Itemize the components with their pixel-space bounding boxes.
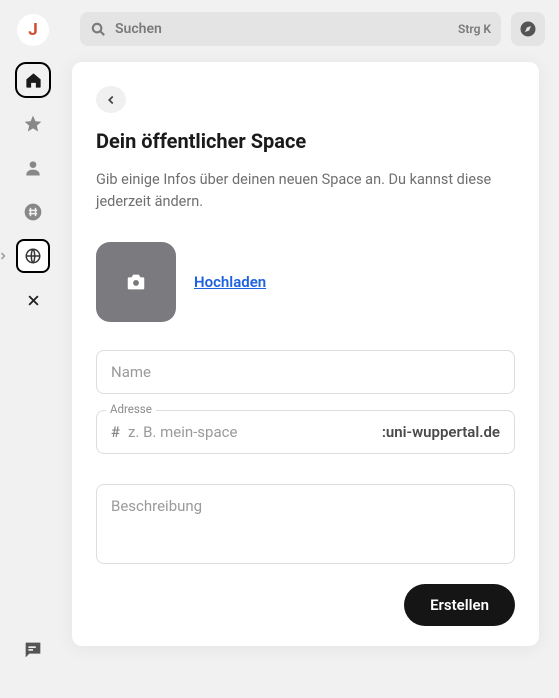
camera-icon bbox=[125, 271, 147, 293]
upload-image-button[interactable] bbox=[96, 242, 176, 322]
address-field[interactable] bbox=[128, 423, 374, 441]
name-field[interactable] bbox=[96, 350, 515, 394]
upload-row: Hochladen bbox=[96, 242, 515, 322]
main: Suchen Strg K Dein öffentlicher Space Gi… bbox=[66, 0, 559, 698]
modal-description: Gib einige Infos über deinen neuen Space… bbox=[96, 169, 515, 214]
nav-public-space[interactable] bbox=[15, 238, 51, 274]
create-space-modal: Dein öffentlicher Space Gib einige Infos… bbox=[72, 62, 539, 646]
search-shortcut: Strg K bbox=[458, 22, 491, 36]
compass-icon bbox=[519, 20, 537, 38]
search-icon bbox=[90, 21, 107, 38]
avatar[interactable]: J bbox=[17, 14, 49, 46]
nav-people[interactable] bbox=[15, 150, 51, 186]
person-icon bbox=[23, 158, 43, 178]
upload-link[interactable]: Hochladen bbox=[194, 273, 266, 291]
create-button[interactable]: Erstellen bbox=[404, 584, 515, 626]
hash-icon bbox=[23, 202, 43, 222]
home-icon bbox=[24, 71, 43, 90]
explore-button[interactable] bbox=[511, 12, 545, 46]
chevron-right-icon bbox=[0, 250, 9, 262]
address-label: Adresse bbox=[106, 402, 156, 416]
modal-title: Dein öffentlicher Space bbox=[96, 129, 515, 153]
nav-close[interactable] bbox=[15, 282, 51, 318]
sidebar: J bbox=[0, 0, 66, 698]
chevron-left-icon bbox=[104, 93, 118, 107]
address-suffix: :uni-wuppertal.de bbox=[382, 423, 500, 441]
space-tile bbox=[16, 239, 50, 273]
search-placeholder: Suchen bbox=[115, 21, 162, 37]
search-input[interactable]: Suchen Strg K bbox=[80, 12, 501, 46]
description-field[interactable] bbox=[96, 484, 515, 564]
star-icon bbox=[23, 114, 43, 134]
close-icon bbox=[26, 293, 41, 308]
address-hash: # bbox=[111, 423, 120, 441]
nav-rooms[interactable] bbox=[15, 194, 51, 230]
globe-icon bbox=[24, 247, 42, 265]
address-field-wrap: Adresse # :uni-wuppertal.de bbox=[96, 410, 515, 454]
back-button[interactable] bbox=[96, 86, 126, 113]
nav-home[interactable] bbox=[15, 62, 51, 98]
chat-icon bbox=[22, 639, 44, 661]
nav-threads[interactable] bbox=[15, 632, 51, 668]
nav-favorites[interactable] bbox=[15, 106, 51, 142]
topbar: Suchen Strg K bbox=[66, 0, 559, 58]
